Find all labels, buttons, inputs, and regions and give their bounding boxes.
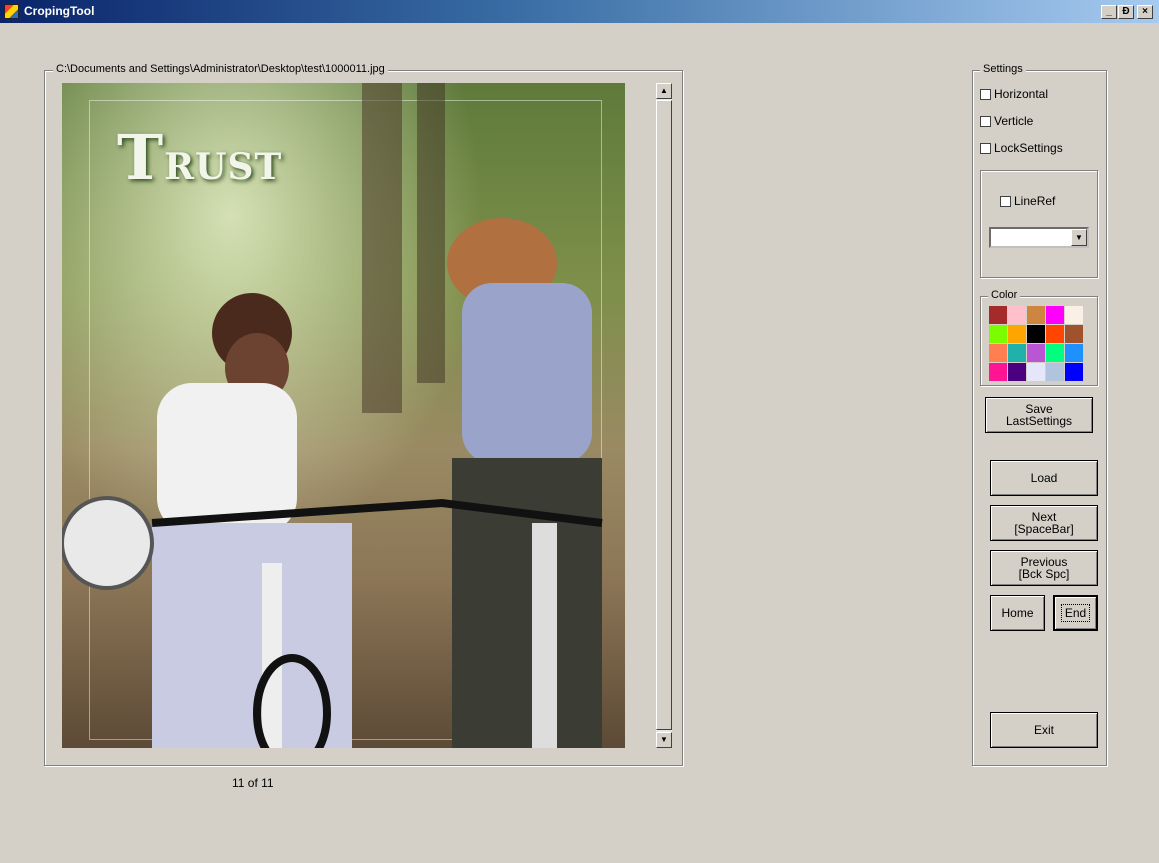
- photo-scene: [62, 83, 603, 748]
- color-swatch[interactable]: [1065, 344, 1083, 362]
- previous-button[interactable]: Previous [Bck Spc]: [990, 550, 1098, 586]
- load-button[interactable]: Load: [990, 460, 1098, 496]
- lineref-label: LineRef: [1014, 194, 1056, 208]
- settings-label: Settings: [980, 63, 1026, 75]
- color-swatch[interactable]: [1065, 363, 1083, 381]
- scroll-up-button[interactable]: ▲: [656, 83, 672, 99]
- color-swatch[interactable]: [1027, 363, 1045, 381]
- horizontal-checkbox[interactable]: Horizontal: [980, 87, 1048, 101]
- color-swatch[interactable]: [989, 363, 1007, 381]
- scroll-down-button[interactable]: ▼: [656, 732, 672, 748]
- exit-button[interactable]: Exit: [990, 712, 1098, 748]
- window-title: CropingTool: [24, 4, 95, 18]
- verticle-checkbox-box[interactable]: [980, 115, 991, 127]
- color-swatch[interactable]: [1008, 363, 1026, 381]
- color-swatch[interactable]: [1046, 325, 1064, 343]
- save-last-settings-button[interactable]: Save LastSettings: [985, 397, 1093, 433]
- next-button[interactable]: Next [SpaceBar]: [990, 505, 1098, 541]
- color-swatch[interactable]: [1027, 306, 1045, 324]
- verticle-label: Verticle: [994, 114, 1034, 128]
- lineref-checkbox[interactable]: LineRef: [1000, 194, 1055, 208]
- locksettings-checkbox[interactable]: LockSettings: [980, 141, 1063, 155]
- color-swatch[interactable]: [1046, 306, 1064, 324]
- lineref-groupbox: [980, 170, 1098, 278]
- maximize-button[interactable]: Đ: [1118, 5, 1134, 19]
- image-counter: 11 of 11: [232, 776, 274, 790]
- color-swatch[interactable]: [1027, 344, 1045, 362]
- chevron-down-icon[interactable]: ▼: [1071, 229, 1087, 246]
- color-swatch[interactable]: [1065, 325, 1083, 343]
- image-preview[interactable]: TRUST: [62, 83, 625, 748]
- color-label: Color: [988, 289, 1021, 301]
- scroll-thumb[interactable]: [656, 100, 672, 730]
- color-swatch[interactable]: [989, 344, 1007, 362]
- verticle-checkbox[interactable]: Verticle: [980, 114, 1033, 128]
- color-swatch[interactable]: [989, 325, 1007, 343]
- locksettings-label: LockSettings: [994, 141, 1063, 155]
- color-swatch[interactable]: [1008, 306, 1026, 324]
- close-button[interactable]: ×: [1137, 5, 1153, 19]
- end-button-label: End: [1060, 604, 1091, 622]
- end-button[interactable]: End: [1053, 595, 1098, 631]
- file-path-label: C:\Documents and Settings\Administrator\…: [53, 63, 388, 75]
- color-swatch[interactable]: [1008, 344, 1026, 362]
- color-swatch[interactable]: [1046, 363, 1064, 381]
- title-bar: CropingTool _ Đ ×: [0, 0, 1159, 23]
- color-palette: [989, 306, 1083, 381]
- color-swatch[interactable]: [1046, 344, 1064, 362]
- home-button[interactable]: Home: [990, 595, 1045, 631]
- color-swatch[interactable]: [1065, 306, 1083, 324]
- lineref-dropdown[interactable]: ▼: [989, 227, 1089, 248]
- horizontal-label: Horizontal: [994, 87, 1049, 101]
- image-scrollbar[interactable]: ▲ ▼: [656, 83, 672, 748]
- minimize-button[interactable]: _: [1101, 5, 1117, 19]
- color-swatch[interactable]: [989, 306, 1007, 324]
- color-swatch[interactable]: [1027, 325, 1045, 343]
- horizontal-checkbox-box[interactable]: [980, 88, 991, 100]
- app-icon: [4, 4, 19, 19]
- lineref-checkbox-box[interactable]: [1000, 195, 1011, 207]
- color-swatch[interactable]: [1008, 325, 1026, 343]
- locksettings-checkbox-box[interactable]: [980, 142, 991, 154]
